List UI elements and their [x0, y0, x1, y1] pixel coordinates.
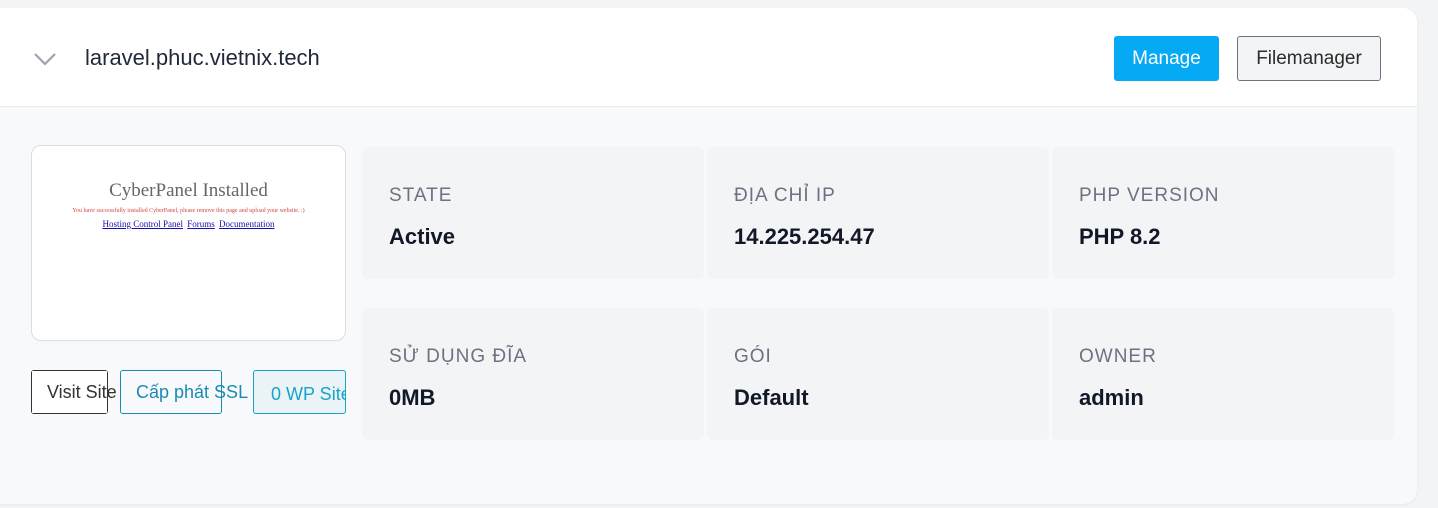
site-preview-thumbnail[interactable]: CyberPanel Installed You have successful…	[31, 145, 346, 341]
stat-state-value: Active	[389, 224, 456, 249]
wp-sites-label: 0 WP Sites	[271, 384, 345, 404]
stat-php-version-label: PHP VERSION	[1079, 185, 1220, 206]
preview-link-hosting: Hosting Control Panel	[102, 219, 183, 229]
preview-title: CyberPanel Installed	[109, 180, 268, 201]
preview-link-forums: Forums	[187, 219, 215, 229]
stat-disk-usage-value: 0MB	[389, 385, 436, 410]
chevron-down-icon[interactable]	[33, 51, 57, 67]
stat-ip: ĐỊA CHỈ IP 14.225.254.47	[707, 147, 1049, 279]
stat-disk-usage-label: SỬ DỤNG ĐĨA	[389, 346, 528, 367]
visit-site-button[interactable]: Visit Site	[31, 370, 117, 414]
stat-ip-label: ĐỊA CHỈ IP	[734, 185, 836, 206]
stat-state-label: STATE	[389, 185, 453, 206]
preview-links: Hosting Control Panel Forums Documentati…	[32, 219, 345, 229]
wp-sites-button[interactable]: 0 WP Sites	[253, 370, 346, 414]
preview-message: You have successfully installed CyberPan…	[72, 208, 305, 214]
stat-owner-value: admin	[1079, 385, 1144, 410]
issue-ssl-button[interactable]: Cấp phát SSL	[120, 370, 248, 414]
stat-package: GÓI Default	[707, 308, 1049, 440]
manage-button[interactable]: Manage	[1114, 36, 1219, 81]
stat-package-label: GÓI	[734, 346, 772, 367]
stat-package-value: Default	[734, 385, 809, 410]
stat-owner: OWNER admin	[1052, 308, 1394, 440]
stat-state: STATE Active	[362, 147, 704, 279]
site-domain-title: laravel.phuc.vietnix.tech	[85, 45, 320, 70]
stat-php-version-value: PHP 8.2	[1079, 224, 1161, 249]
card-header: laravel.phuc.vietnix.tech Manage Fileman…	[0, 8, 1417, 107]
filemanager-button[interactable]: Filemanager	[1237, 36, 1381, 81]
stat-ip-value: 14.225.254.47	[734, 224, 875, 249]
stat-owner-label: OWNER	[1079, 346, 1157, 367]
stat-disk-usage: SỬ DỤNG ĐĨA 0MB	[362, 308, 704, 440]
website-card: laravel.phuc.vietnix.tech Manage Fileman…	[0, 8, 1417, 504]
preview-link-documentation: Documentation	[219, 219, 275, 229]
stat-php-version: PHP VERSION PHP 8.2	[1052, 147, 1394, 279]
